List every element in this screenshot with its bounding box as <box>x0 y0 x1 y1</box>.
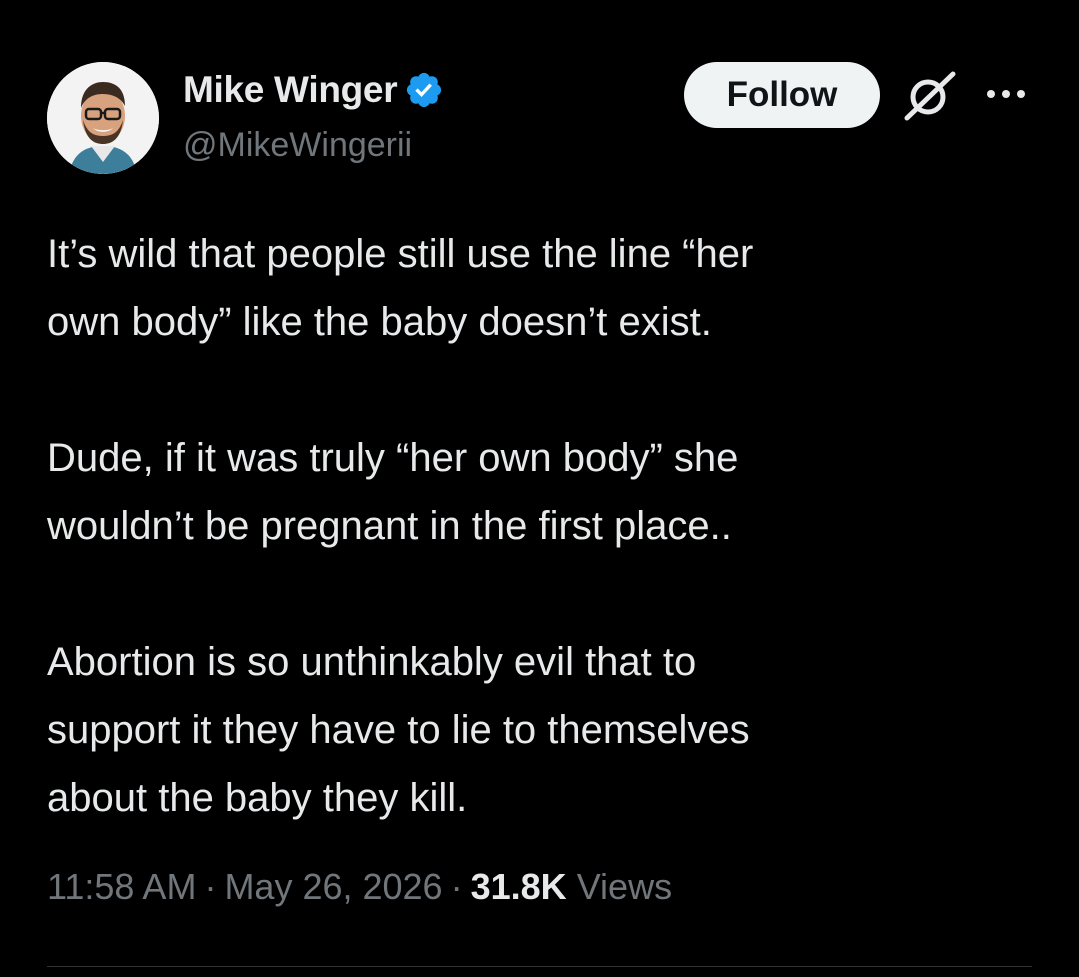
meta-separator: · <box>204 866 217 907</box>
tweet-paragraph: Abortion is so unthinkably evil that to … <box>47 640 750 820</box>
divider <box>47 966 1032 967</box>
more-options-icon[interactable] <box>983 82 1029 106</box>
tweet-text: It’s wild that people still use the line… <box>47 220 1047 832</box>
tweet-date[interactable]: May 26, 2026 <box>224 866 442 907</box>
tweet-metadata: 11:58 AM · May 26, 2026 · 31.8K Views <box>47 866 672 908</box>
author-handle[interactable]: @MikeWingerii <box>183 126 412 165</box>
verified-badge-icon[interactable] <box>404 70 444 110</box>
tweet-time[interactable]: 11:58 AM <box>47 866 196 907</box>
grok-icon[interactable] <box>901 68 957 124</box>
views-label[interactable]: Views <box>577 866 672 907</box>
tweet-paragraph: It’s wild that people still use the line… <box>47 232 754 344</box>
avatar[interactable] <box>47 62 159 174</box>
author-display-name[interactable]: Mike Winger <box>183 69 398 111</box>
meta-separator: · <box>450 866 463 907</box>
author-name-row: Mike Winger <box>183 68 444 112</box>
profile-photo <box>47 62 159 174</box>
tweet-paragraph: Dude, if it was truly “her own body” she… <box>47 436 739 548</box>
follow-button[interactable]: Follow <box>684 62 880 128</box>
views-count[interactable]: 31.8K <box>471 866 567 907</box>
